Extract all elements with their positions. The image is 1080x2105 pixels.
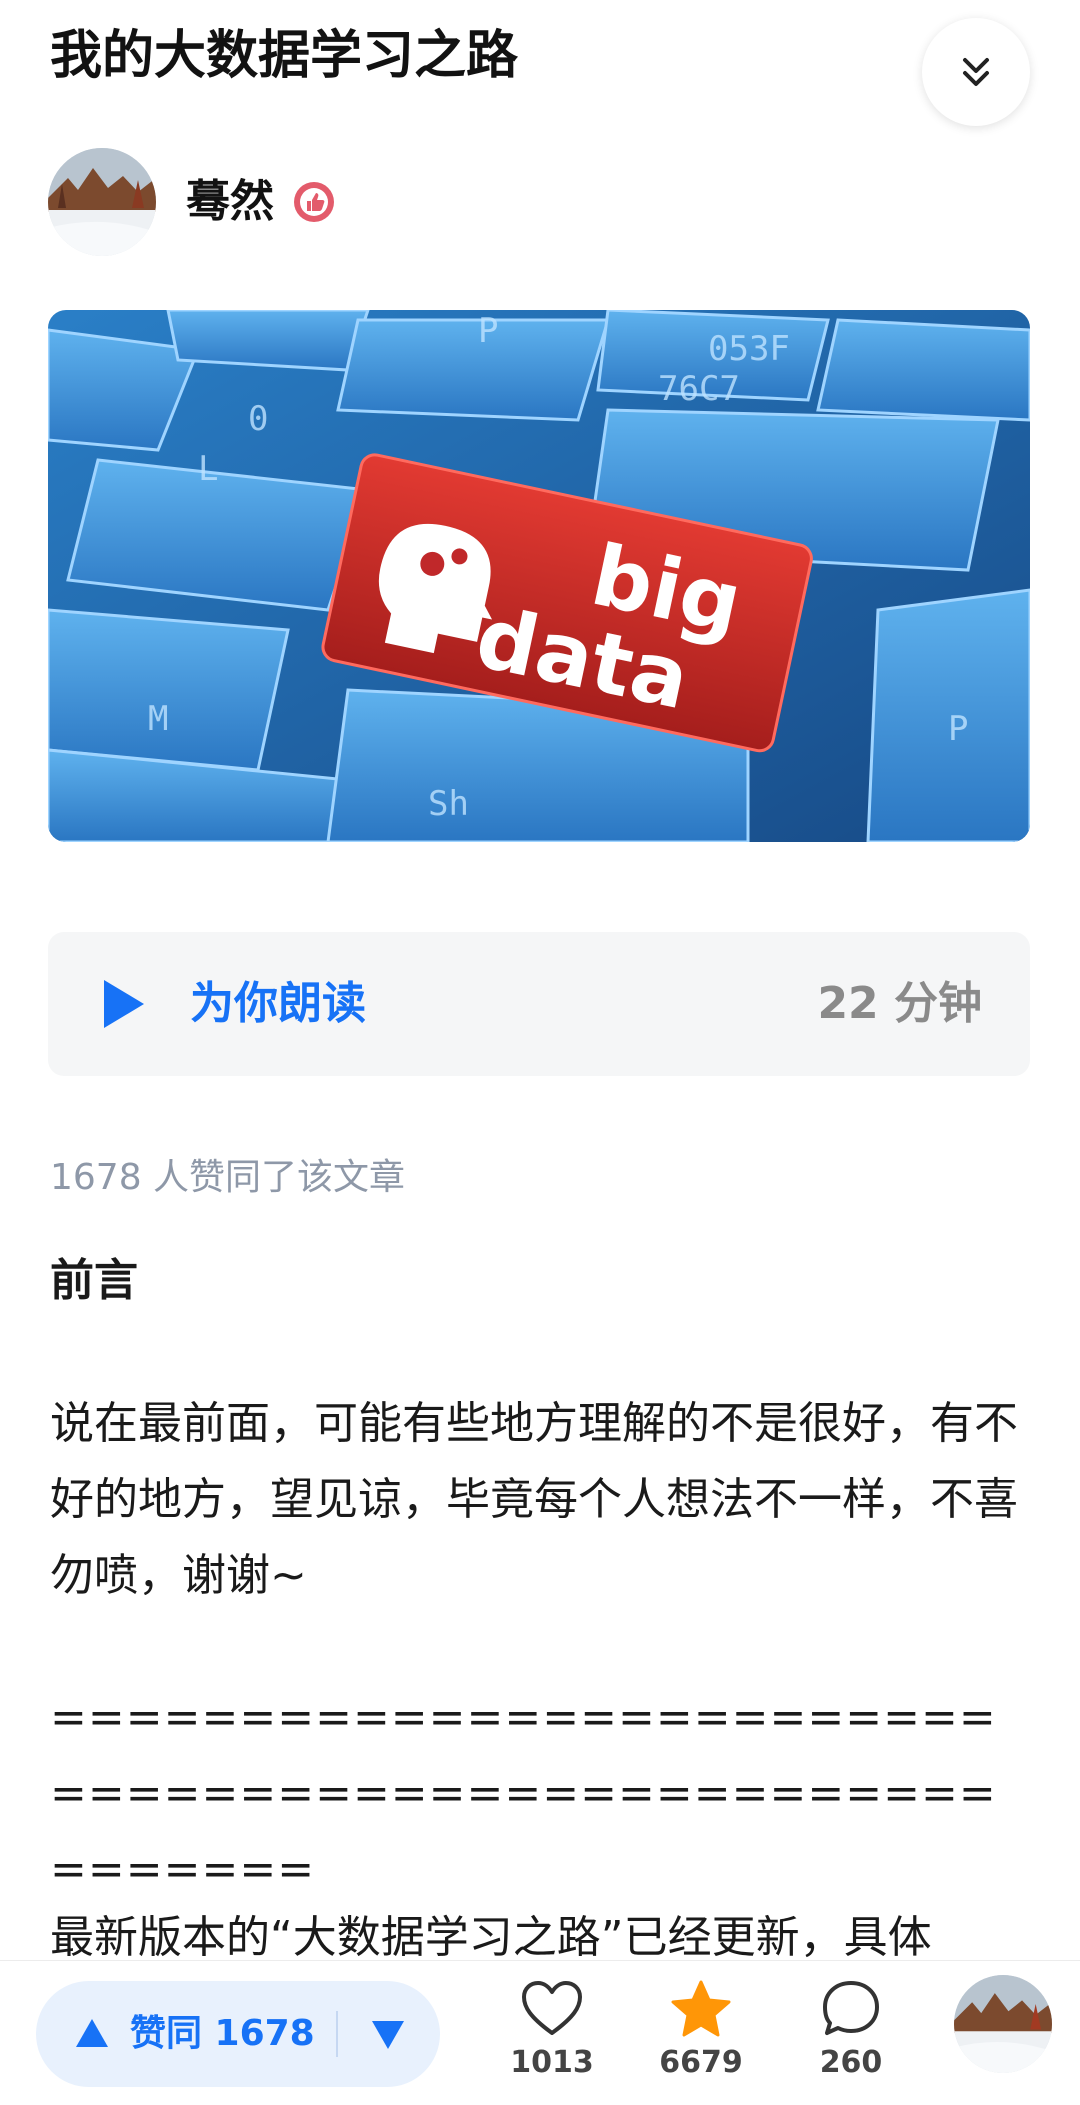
cover-image: P 0 L 053F 76C7 M P Sh big data [48, 310, 1030, 842]
star-icon [671, 1980, 731, 2037]
agree-summary: 1678 人赞同了该文章 [50, 1157, 406, 1198]
svg-text:P: P [478, 311, 498, 351]
paragraph-intro: 说在最前面，可能有些地方理解的不是很好，有不好的地方，望见谅，毕竟每个人想法不一… [50, 1398, 1018, 1601]
heart-icon [522, 1981, 582, 2035]
collapse-button[interactable] [922, 18, 1030, 126]
listen-duration: 22 分钟 [817, 978, 982, 1029]
play-icon [104, 980, 144, 1028]
svg-text:0: 0 [248, 399, 268, 439]
svg-text:76C7: 76C7 [658, 369, 740, 409]
comment-count: 260 [819, 2045, 883, 2080]
favorite-button[interactable]: 6679 [646, 1979, 756, 2091]
listen-label: 为你朗读 [190, 978, 366, 1029]
listen-bar[interactable]: 为你朗读 22 分钟 [48, 932, 1030, 1076]
comment-button[interactable]: 260 [796, 1979, 906, 2091]
vote-up-button[interactable]: 赞同 1678 [130, 2005, 315, 2063]
triangle-up-icon[interactable] [74, 2017, 110, 2049]
svg-text:053F: 053F [708, 329, 790, 369]
author-name[interactable]: 蓦然 [186, 172, 274, 232]
paragraph-separator: ========================================… [50, 1692, 997, 1895]
vote-pill: 赞同 1678 [36, 1981, 440, 2087]
svg-text:P: P [948, 709, 968, 749]
double-chevron-down-icon [963, 58, 989, 86]
user-avatar[interactable] [954, 1975, 1052, 2073]
like-button[interactable]: 1013 [497, 1979, 607, 2091]
author-badge-icon [292, 180, 336, 224]
author-avatar[interactable] [48, 148, 156, 256]
like-count: 1013 [510, 2045, 594, 2080]
favorite-count: 6679 [659, 2045, 743, 2080]
vote-divider [336, 2011, 338, 2057]
svg-text:Sh: Sh [428, 784, 469, 824]
bottom-action-bar: 赞同 1678 1013 6679 260 [0, 1960, 1080, 2105]
triangle-down-icon[interactable] [370, 2019, 406, 2051]
article-page: 我的大数据学习之路 蓦然 P 0 L 053F 76C7 M P Sh big … [0, 0, 1080, 2105]
svg-text:M: M [148, 699, 168, 739]
article-title: 我的大数据学习之路 [50, 26, 519, 86]
comment-bubble-icon [823, 1981, 879, 2035]
svg-text:L: L [198, 449, 218, 489]
section-heading: 前言 [50, 1255, 138, 1306]
